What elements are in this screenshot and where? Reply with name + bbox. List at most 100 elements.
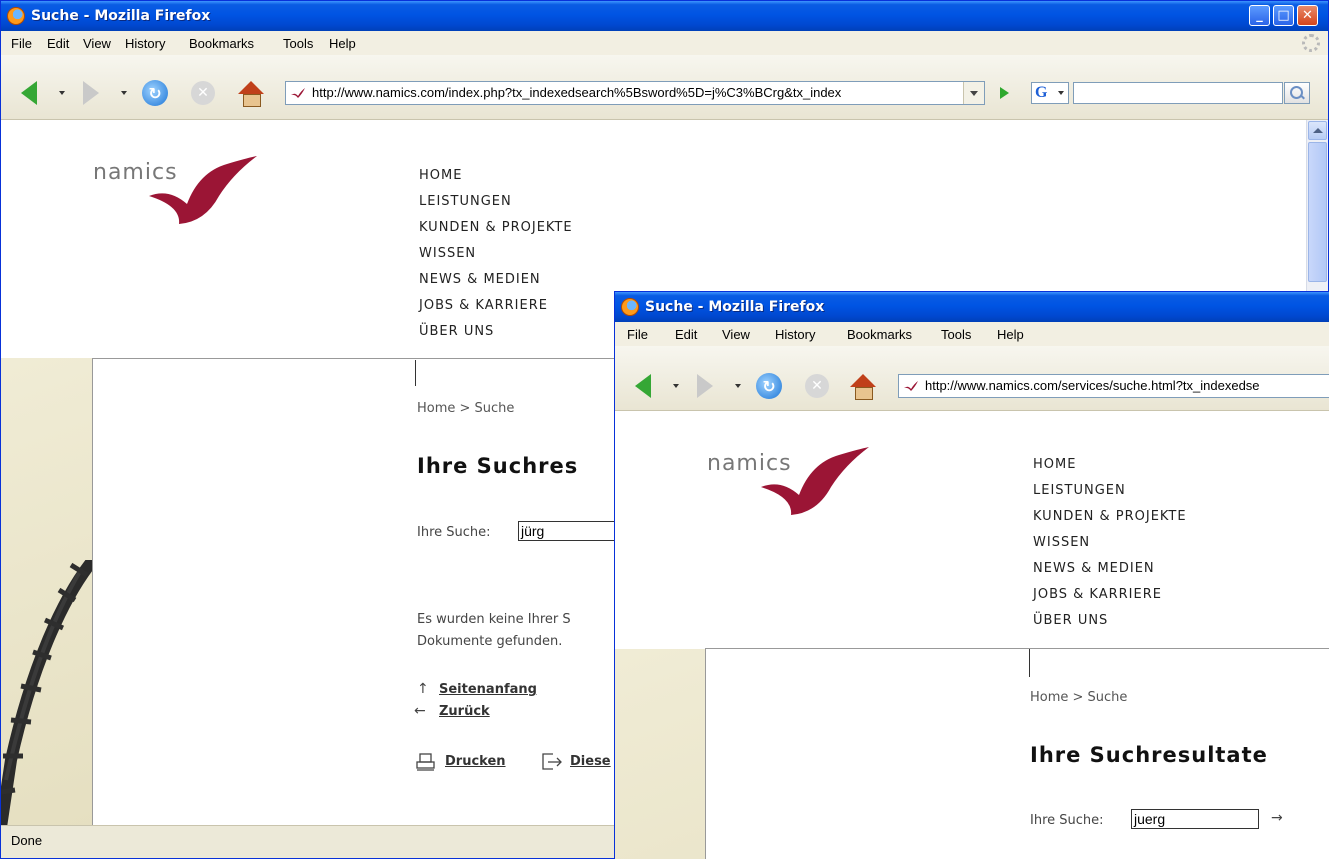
home-button-second[interactable] <box>849 372 877 400</box>
back-history-dropdown-second[interactable] <box>673 384 679 388</box>
stop-button-second[interactable]: ✕ <box>803 372 831 400</box>
search-button[interactable] <box>1284 82 1310 104</box>
firefox-icon <box>7 7 25 25</box>
back-history-dropdown[interactable] <box>59 91 65 95</box>
throbber-icon <box>1302 34 1320 52</box>
navigation-toolbar-second: ↻ ✕ http://www.namics.com/services/suche… <box>615 346 1329 411</box>
reload-button-second[interactable]: ↻ <box>755 372 783 400</box>
page-title-second: Ihre Suchresultate <box>1030 743 1268 767</box>
green-left-arrow-icon <box>21 81 37 105</box>
nav-leistungen[interactable]: LEISTUNGEN <box>419 194 573 220</box>
gray-right-arrow-icon <box>83 81 99 105</box>
gray-right-arrow-icon-second <box>697 374 713 398</box>
close-button[interactable]: ✕ <box>1297 5 1318 26</box>
forward-button[interactable] <box>77 79 105 107</box>
back-button-second[interactable] <box>629 372 657 400</box>
nav-kunden-projekte[interactable]: KUNDEN & PROJEKTE <box>419 220 573 246</box>
reload-icon-second: ↻ <box>756 373 782 399</box>
forward-history-dropdown[interactable] <box>121 91 127 95</box>
url-bar-second[interactable]: http://www.namics.com/services/suche.htm… <box>898 374 1329 398</box>
stop-icon: ✕ <box>191 81 215 105</box>
result-message: Es wurden keine Ihrer S Dokumente gefund… <box>417 609 571 653</box>
reload-button[interactable]: ↻ <box>141 79 169 107</box>
menu-bar-second: File Edit View History Bookmarks Tools H… <box>615 322 1329 346</box>
nav-wissen-second[interactable]: WISSEN <box>1033 535 1187 561</box>
nav-news-medien[interactable]: NEWS & MEDIEN <box>419 272 573 298</box>
namics-swoosh-icon-second <box>761 447 869 515</box>
green-left-arrow-icon-second <box>635 374 651 398</box>
menu-tools-second[interactable]: Tools <box>941 327 971 342</box>
title-bar-second[interactable]: Suche - Mozilla Firefox <box>615 292 1329 322</box>
back-button[interactable] <box>15 79 43 107</box>
link-zurueck[interactable]: Zurück <box>439 704 490 719</box>
roller-coaster-image <box>1 560 93 827</box>
stop-button[interactable]: ✕ <box>189 79 217 107</box>
status-text: Done <box>11 833 43 848</box>
main-navigation: HOME LEISTUNGEN KUNDEN & PROJEKTE WISSEN… <box>419 168 573 350</box>
menu-file-second[interactable]: File <box>627 327 648 342</box>
home-button[interactable] <box>237 79 265 107</box>
menu-edit-second[interactable]: Edit <box>675 327 697 342</box>
submit-arrow-button[interactable]: → <box>1271 810 1283 826</box>
nav-wissen[interactable]: WISSEN <box>419 246 573 272</box>
menu-history[interactable]: History <box>125 36 165 51</box>
menu-view[interactable]: View <box>83 36 111 51</box>
page-search-input-second[interactable]: juerg <box>1131 809 1259 829</box>
google-icon: G <box>1035 84 1048 101</box>
header-area-second <box>615 411 1329 649</box>
stop-icon-second: ✕ <box>805 374 829 398</box>
go-button[interactable] <box>993 83 1015 103</box>
nav-kunden-projekte-second[interactable]: KUNDEN & PROJEKTE <box>1033 509 1187 535</box>
printer-icon <box>416 753 435 771</box>
nav-ueber-uns[interactable]: ÜBER UNS <box>419 324 573 350</box>
menu-help[interactable]: Help <box>329 36 356 51</box>
maximize-button[interactable]: □ <box>1273 5 1294 26</box>
search-label-second: Ihre Suche: <box>1030 813 1104 828</box>
reload-icon: ↻ <box>142 80 168 106</box>
window-title-second: Suche - Mozilla Firefox <box>645 299 825 315</box>
forward-button-second[interactable] <box>691 372 719 400</box>
menu-bookmarks-second[interactable]: Bookmarks <box>847 327 912 342</box>
url-history-dropdown[interactable] <box>963 82 984 104</box>
namics-swoosh-icon <box>149 156 257 224</box>
column-divider <box>415 360 416 386</box>
menu-tools[interactable]: Tools <box>283 36 313 51</box>
link-drucken[interactable]: Drucken <box>445 754 506 769</box>
window-title: Suche - Mozilla Firefox <box>31 8 211 24</box>
nav-ueber-uns-second[interactable]: ÜBER UNS <box>1033 613 1187 639</box>
nav-home-second[interactable]: HOME <box>1033 457 1187 483</box>
menu-history-second[interactable]: History <box>775 327 815 342</box>
menu-bookmarks[interactable]: Bookmarks <box>189 36 254 51</box>
menu-file[interactable]: File <box>11 36 32 51</box>
menu-view-second[interactable]: View <box>722 327 750 342</box>
page-title: Ihre Suchres <box>417 454 579 478</box>
nav-leistungen-second[interactable]: LEISTUNGEN <box>1033 483 1187 509</box>
url-bar[interactable]: http://www.namics.com/index.php?tx_index… <box>285 81 985 105</box>
breadcrumb[interactable]: Home > Suche <box>417 401 514 416</box>
home-icon <box>238 80 264 107</box>
browser-window-second: Suche - Mozilla Firefox File Edit View H… <box>614 291 1329 859</box>
search-input[interactable] <box>1073 82 1283 104</box>
minimize-button[interactable]: _ <box>1249 5 1270 26</box>
nav-jobs-karriere[interactable]: JOBS & KARRIERE <box>419 298 573 324</box>
link-diese-seite-senden[interactable]: Diese <box>570 754 611 769</box>
result-message-line-1: Es wurden keine Ihrer S <box>417 612 571 627</box>
left-arrow-icon: ← <box>414 703 426 719</box>
scroll-thumb[interactable] <box>1308 142 1327 282</box>
url-text-second: http://www.namics.com/services/suche.htm… <box>925 378 1260 393</box>
search-label: Ihre Suche: <box>417 525 491 540</box>
up-arrow-icon: ↑ <box>417 681 429 697</box>
forward-history-dropdown-second[interactable] <box>735 384 741 388</box>
nav-jobs-karriere-second[interactable]: JOBS & KARRIERE <box>1033 587 1187 613</box>
link-seitenanfang[interactable]: Seitenanfang <box>439 682 537 697</box>
nav-news-medien-second[interactable]: NEWS & MEDIEN <box>1033 561 1187 587</box>
menu-edit[interactable]: Edit <box>47 36 69 51</box>
title-bar[interactable]: Suche - Mozilla Firefox _ □ ✕ <box>1 1 1328 31</box>
nav-home[interactable]: HOME <box>419 168 573 194</box>
scroll-up-button[interactable] <box>1308 121 1327 140</box>
menu-bar: File Edit View History Bookmarks Tools H… <box>1 31 1328 55</box>
menu-help-second[interactable]: Help <box>997 327 1024 342</box>
breadcrumb-second[interactable]: Home > Suche <box>1030 690 1127 705</box>
search-engine-selector[interactable]: G <box>1031 82 1069 104</box>
page-content-second: namics HOME LEISTUNGEN KUNDEN & PROJEKTE… <box>615 411 1329 859</box>
